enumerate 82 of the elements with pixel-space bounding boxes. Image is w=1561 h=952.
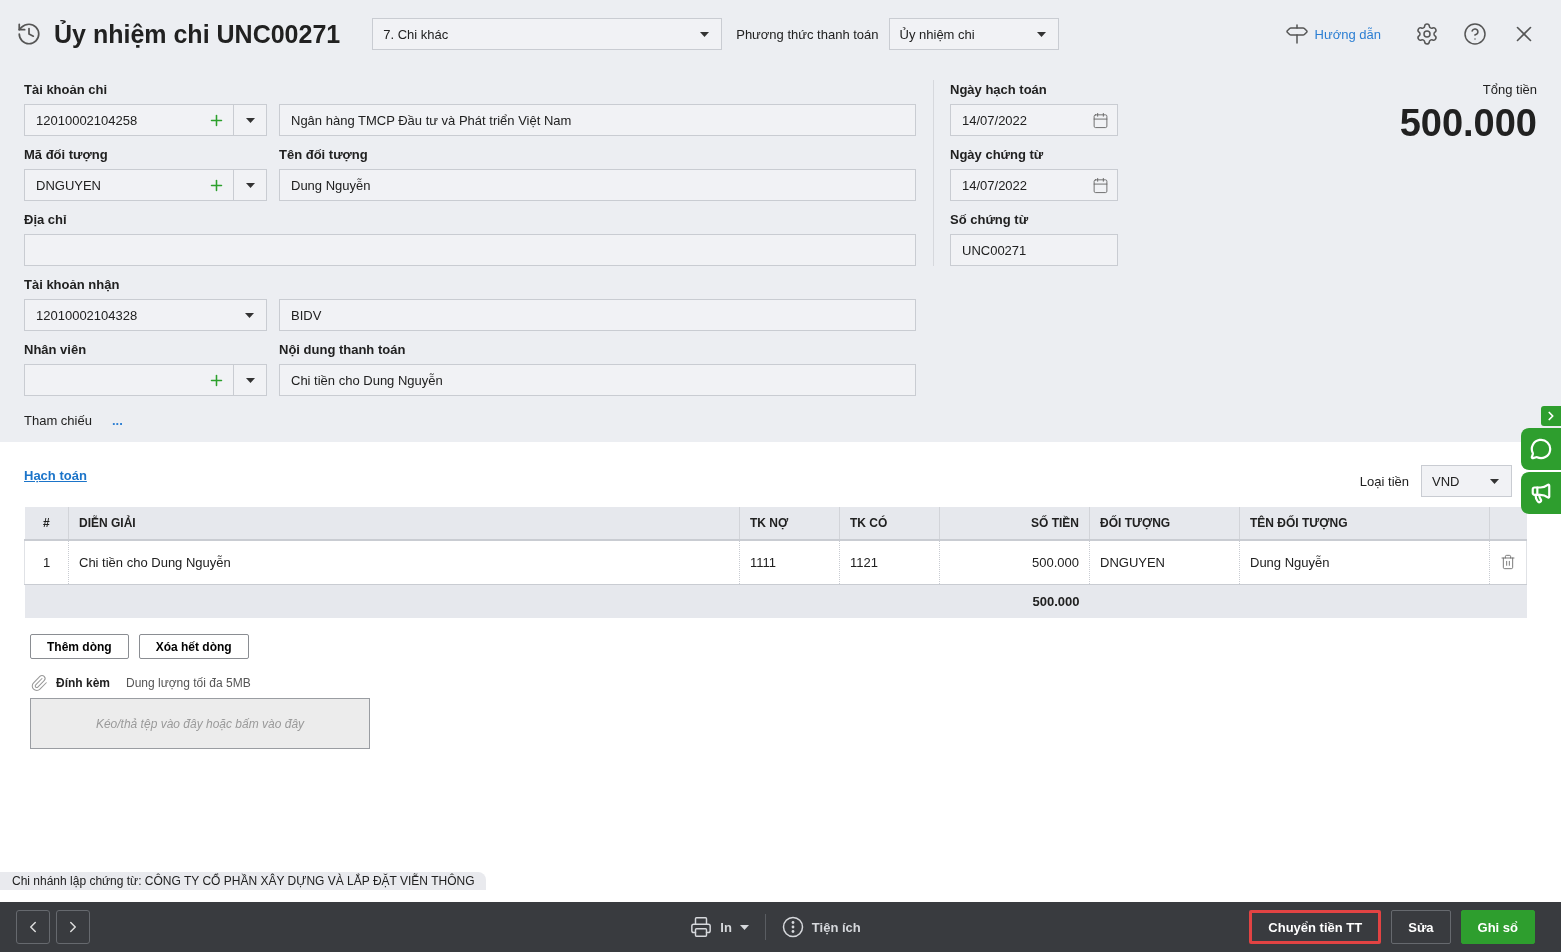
column-header: TK NỢ	[739, 507, 840, 540]
chat-button[interactable]	[1521, 428, 1561, 470]
caret-icon	[1036, 31, 1046, 37]
text-field[interactable]: Chi tiền cho Dung Nguyễn	[279, 364, 916, 396]
currency-select[interactable]: VND	[1421, 465, 1512, 497]
table-action-button[interactable]: Xóa hết dòng	[138, 634, 249, 659]
caret-icon	[245, 377, 255, 383]
date-field[interactable]: 14/07/2022	[950, 104, 1118, 136]
table-cell: 1	[24, 540, 69, 584]
delete-icon[interactable]	[1500, 554, 1516, 571]
utilities-button[interactable]: Tiện ích	[773, 916, 869, 938]
table-cell: Dung Nguyễn	[1239, 540, 1490, 584]
table-cell: DNGUYEN	[1089, 540, 1240, 584]
total-cell: 500.000	[939, 584, 1090, 618]
field-label: Mã đối tượng	[24, 146, 109, 164]
date-field[interactable]: 14/07/2022	[950, 169, 1118, 201]
action-button[interactable]: Chuyển tiền TT	[1249, 910, 1382, 944]
combo-field[interactable]: 12010002104258	[24, 104, 267, 136]
table-cell: Chi tiền cho Dung Nguyễn	[68, 540, 740, 584]
column-header: DIỄN GIẢI	[68, 507, 740, 540]
total-amount: 500.000	[1399, 102, 1537, 145]
field-label: Số chứng từ	[950, 211, 1030, 229]
caret-icon	[245, 312, 254, 318]
table-cell: 1121	[839, 540, 940, 584]
attachment-label: Đính kèm	[56, 676, 110, 690]
megaphone-icon	[1530, 482, 1552, 504]
currency-label: Loại tiền	[1359, 473, 1409, 489]
field-label: Nội dung thanh toán	[279, 341, 407, 359]
caret-icon	[245, 117, 255, 123]
window-title: Ủy nhiệm chi UNC00271	[54, 19, 341, 49]
signpost-icon	[1284, 22, 1309, 46]
printer-icon	[690, 916, 713, 938]
column-header: ĐỐI TƯỢNG	[1089, 507, 1240, 540]
total-label: Tổng tiền	[1482, 81, 1537, 99]
action-button[interactable]: Sửa	[1391, 910, 1451, 944]
combo-field[interactable]	[24, 364, 267, 396]
calendar-icon[interactable]	[1092, 111, 1109, 129]
history-icon[interactable]	[16, 21, 42, 47]
caret-icon	[700, 31, 710, 37]
attachment-hint: Dung lượng tối đa 5MB	[126, 676, 251, 690]
calendar-icon[interactable]	[1092, 176, 1109, 194]
chat-icon	[1530, 438, 1552, 460]
reference-link[interactable]: ...	[111, 413, 123, 428]
branch-note: Chi nhánh lập chứng từ: CÔNG TY CỔ PHẦN XÂY DỰNG VÀ LẮP ĐẶT VIỄN THÔNG	[0, 872, 487, 890]
payment-method-select[interactable]: Ủy nhiệm chi	[888, 18, 1059, 50]
expand-button[interactable]	[1541, 406, 1561, 426]
print-button[interactable]: In	[682, 916, 757, 938]
table-cell: 1111	[739, 540, 840, 584]
text-field[interactable]: Dung Nguyễn	[279, 169, 916, 201]
paperclip-icon	[30, 674, 48, 692]
field-label: Tên đối tượng	[279, 146, 369, 164]
voucher-type-select[interactable]: 7. Chi khác	[372, 18, 723, 50]
text-field[interactable]: UNC00271	[950, 234, 1118, 266]
field-label: Tài khoản nhận	[24, 276, 121, 294]
combo-field[interactable]: DNGUYEN	[24, 169, 267, 201]
field-label: Ngày hạch toán	[950, 81, 1048, 99]
settings-icon[interactable]	[1415, 22, 1439, 46]
field-label: Địa chỉ	[24, 211, 68, 229]
field-label: Tài khoản chi	[24, 81, 109, 99]
text-field[interactable]	[24, 234, 916, 266]
payment-method-label: Phương thức thanh toán	[736, 26, 879, 42]
column-header: #	[24, 507, 69, 540]
help-icon[interactable]	[1463, 22, 1487, 46]
caret-icon	[245, 182, 255, 188]
text-field[interactable]: Ngân hàng TMCP Đầu tư và Phát triển Việt Nam	[279, 104, 916, 136]
table-cell: 500.000	[939, 540, 1090, 584]
column-header: TK CÓ	[839, 507, 940, 540]
announcement-button[interactable]	[1521, 472, 1561, 514]
text-field[interactable]: BIDV	[279, 299, 916, 331]
select-field[interactable]: 12010002104328	[24, 299, 267, 331]
accounting-tab-link[interactable]: Hạch toán	[24, 467, 87, 483]
caret-icon	[739, 924, 749, 930]
guide-link[interactable]: Hướng dẫn	[1284, 22, 1381, 46]
table-action-button[interactable]: Thêm dòng	[30, 634, 129, 659]
column-header: TÊN ĐỐI TƯỢNG	[1239, 507, 1490, 540]
column-header: SỐ TIỀN	[939, 507, 1090, 540]
caret-icon	[1490, 478, 1499, 484]
field-label: Ngày chứng từ	[950, 146, 1045, 164]
field-label: Nhân viên	[24, 341, 88, 359]
previous-button[interactable]	[16, 910, 50, 944]
next-button[interactable]	[56, 910, 90, 944]
reference-label: Tham chiếu	[24, 413, 92, 428]
